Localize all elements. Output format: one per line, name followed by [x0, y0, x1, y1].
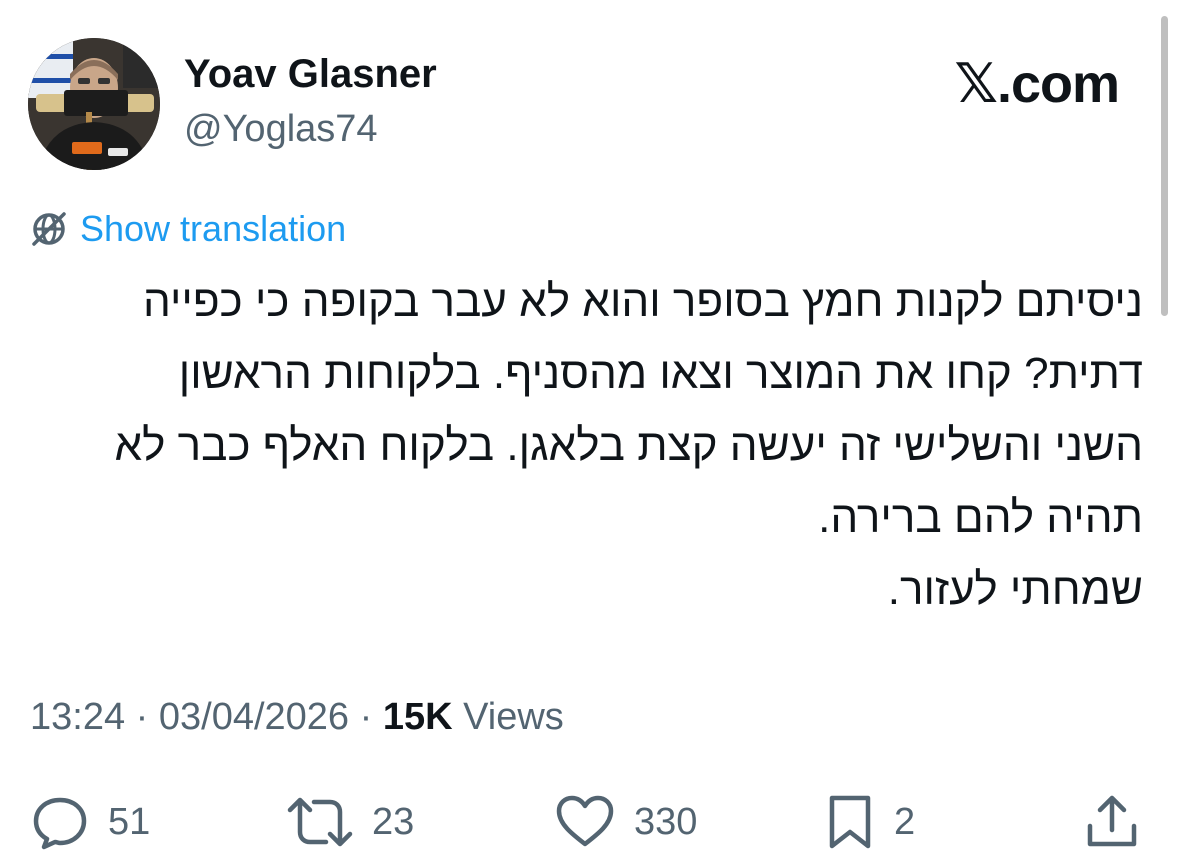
- tweet-text: ניסיתם לקנות חמץ בסופר והוא לא עבר בקופה…: [23, 266, 1143, 626]
- like-button[interactable]: 330: [554, 790, 697, 854]
- author-handle[interactable]: @Yoglas74: [184, 108, 378, 151]
- author-display-name[interactable]: Yoav Glasner: [184, 52, 437, 97]
- tweet-text-line: תהיה להם ברירה.: [818, 493, 1143, 542]
- reply-icon: [33, 797, 87, 850]
- share-icon: [1087, 795, 1137, 847]
- tweet-text-line: שמחתי לעזור.: [887, 565, 1143, 614]
- tweet-text-line: השני והשלישי זה יעשה קצת בלאגן. בלקוח הא…: [114, 421, 1143, 470]
- show-translation-row[interactable]: Show translation: [28, 208, 346, 250]
- profile-photo-icon: [28, 38, 160, 170]
- views-count[interactable]: 15K: [383, 696, 453, 738]
- share-button[interactable]: [1082, 790, 1142, 854]
- repost-icon: [287, 797, 353, 847]
- views-label[interactable]: Views: [453, 696, 564, 738]
- translate-globe-icon: [28, 208, 70, 250]
- tweet-meta: 13:24 · 03/04/2026 · 15K Views: [30, 696, 564, 739]
- bookmark-button[interactable]: 2: [824, 790, 915, 854]
- tweet-time[interactable]: 13:24: [30, 696, 125, 738]
- meta-separator: ·: [125, 696, 159, 738]
- tweet-actions: 51 23 330 2: [0, 790, 1179, 854]
- show-translation-link[interactable]: Show translation: [80, 208, 346, 250]
- scrollbar[interactable]: [1161, 16, 1168, 316]
- reply-count: 51: [108, 800, 151, 843]
- x-logo-brand: 𝕏.com: [954, 54, 1120, 114]
- repost-count: 23: [372, 800, 415, 843]
- tweet-date[interactable]: 03/04/2026: [159, 696, 349, 738]
- heart-icon: [556, 795, 614, 847]
- bookmark-icon: [829, 795, 871, 849]
- avatar[interactable]: [28, 38, 160, 170]
- tweet-text-line: דתית? קחו את המוצר וצאו מהסניף. בלקוחות …: [178, 349, 1143, 398]
- tweet-text-line: ניסיתם לקנות חמץ בסופר והוא לא עבר בקופה…: [142, 277, 1143, 326]
- reply-button[interactable]: 51: [30, 790, 150, 854]
- bookmark-count: 2: [894, 800, 916, 843]
- meta-separator: ·: [349, 696, 383, 738]
- repost-button[interactable]: 23: [286, 790, 414, 854]
- like-count: 330: [634, 800, 698, 843]
